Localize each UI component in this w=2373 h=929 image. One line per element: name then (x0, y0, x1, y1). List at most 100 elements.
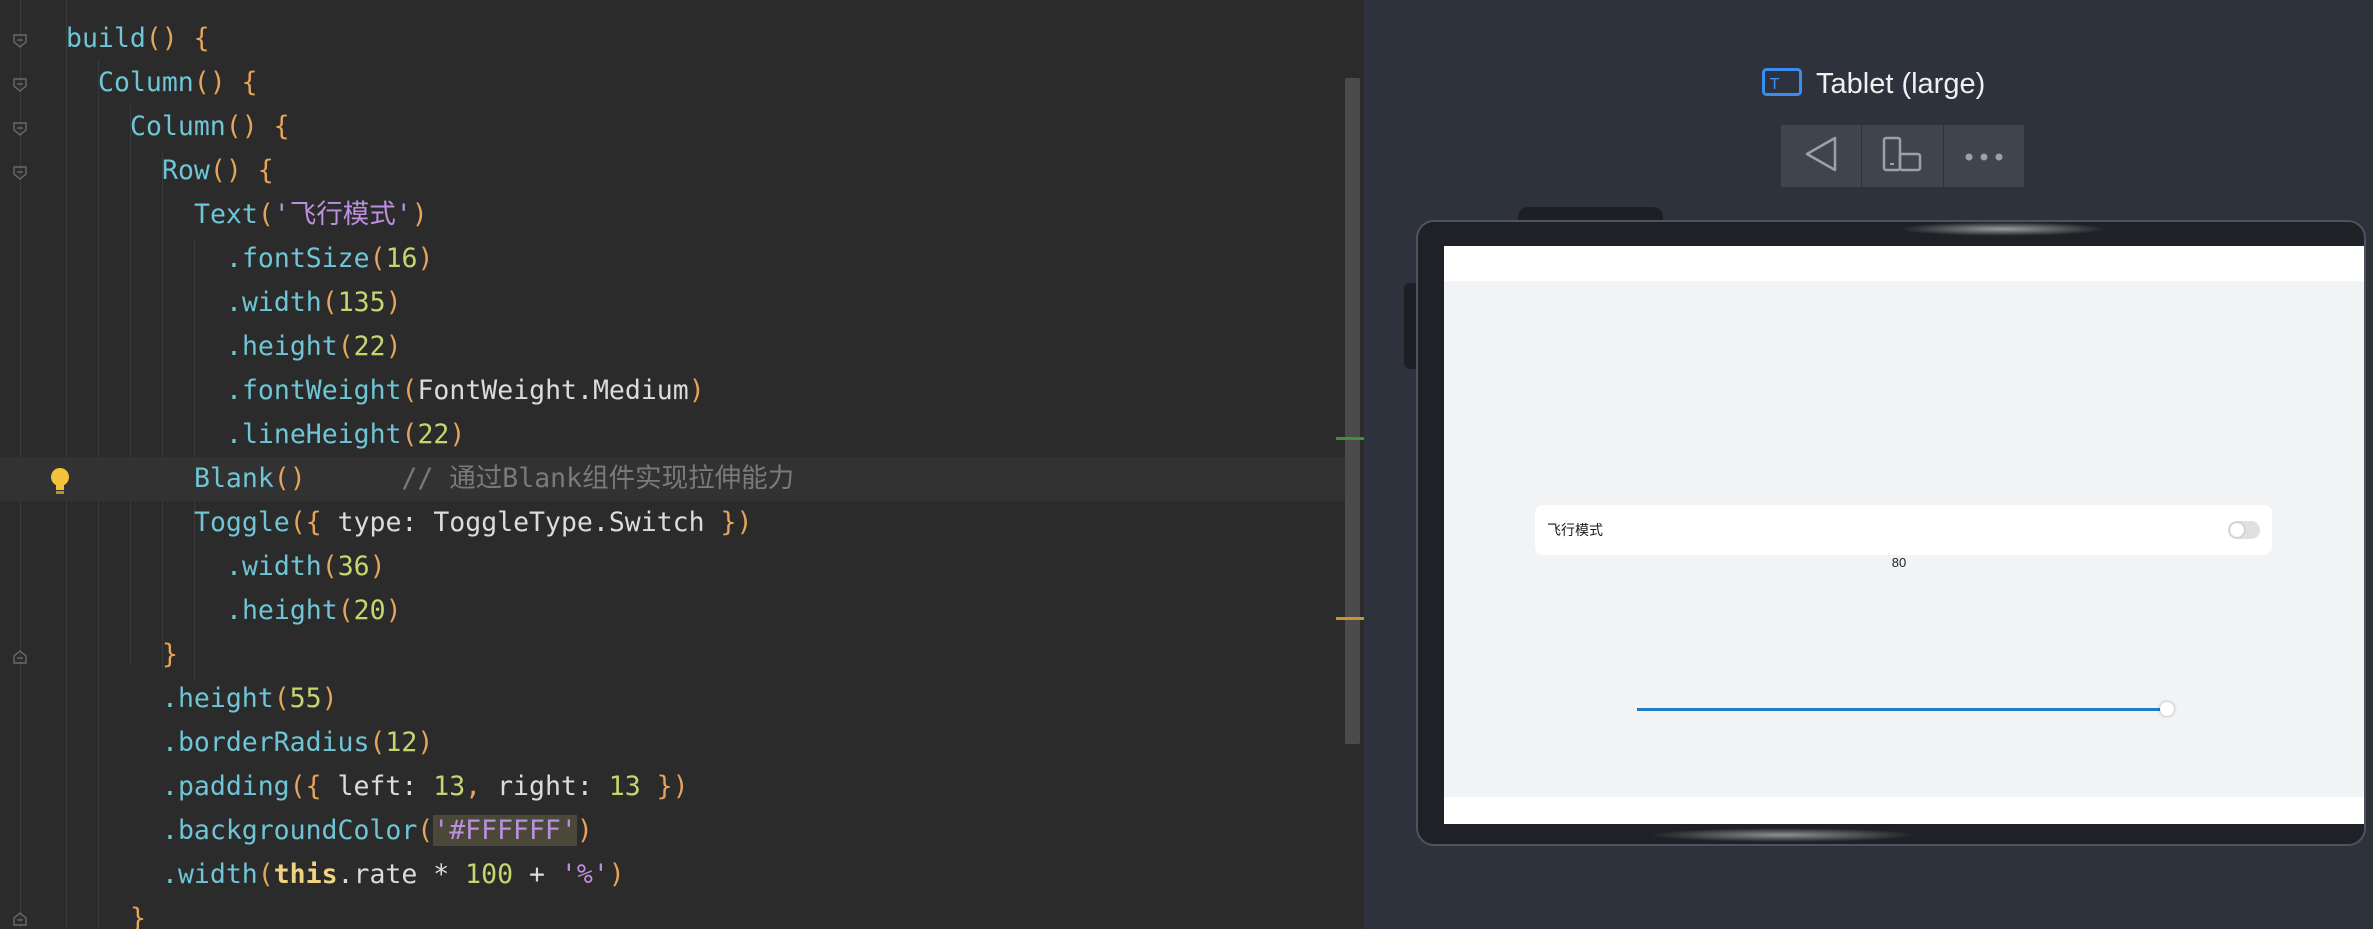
code-token: () { (193, 67, 258, 98)
code-line[interactable]: Blank() // 通过Blank组件实现拉伸能力 (0, 457, 1345, 501)
rotate-device-button[interactable] (1862, 125, 1944, 187)
code-token: Text (194, 199, 258, 230)
code-token: 13 (433, 771, 466, 802)
code-token: ) (411, 199, 428, 230)
code-line[interactable]: .fontWeight(FontWeight.Medium) (0, 369, 1345, 413)
code-token: .fontWeight (226, 375, 402, 406)
code-token: 16 (385, 243, 418, 274)
code-token: 13 (608, 771, 641, 802)
code-token: ) (688, 375, 705, 406)
code-token: type: ToggleType.Switch (337, 507, 721, 538)
code-token: }) (640, 771, 689, 802)
code-line[interactable]: Row() { (0, 149, 1345, 193)
rate-slider-track[interactable] (1637, 708, 2167, 711)
svg-text:T: T (1769, 75, 1780, 93)
code-token: } (162, 639, 178, 670)
code-line[interactable]: Column() { (0, 61, 1345, 105)
code-token: .height (226, 595, 338, 626)
code-text: Column() { (130, 105, 290, 149)
code-line[interactable]: .height(20) (0, 589, 1345, 633)
tablet-icon: T (1762, 68, 1802, 100)
code-token: ( (337, 595, 354, 626)
code-token: ( (321, 551, 338, 582)
code-token: 100 (465, 859, 514, 890)
code-line[interactable]: build() { (0, 17, 1345, 61)
code-token: ({ (289, 771, 338, 802)
code-text: .width(135) (226, 281, 402, 325)
code-text: .fontSize(16) (226, 237, 433, 281)
code-editor[interactable]: build() {Column() {Column() {Row() {Text… (0, 0, 1364, 929)
code-line[interactable]: } (0, 897, 1345, 929)
editor-scrollbar[interactable] (1345, 78, 1360, 744)
back-button[interactable] (1781, 125, 1863, 187)
code-text: .lineHeight(22) (226, 413, 465, 457)
code-token: , (465, 771, 498, 802)
code-token: 36 (337, 551, 370, 582)
code-token: ({ (289, 507, 338, 538)
code-line[interactable]: } (0, 633, 1345, 677)
code-text: .padding({ left: 13, right: 13 }) (162, 765, 689, 809)
lightbulb-icon[interactable] (49, 466, 71, 496)
code-token: }) (720, 507, 753, 538)
code-token: ( (401, 375, 418, 406)
code-text: .height(22) (226, 325, 402, 369)
code-token: ) (608, 859, 625, 890)
rate-slider-thumb[interactable] (2160, 702, 2174, 716)
device-title[interactable]: T Tablet (large) (1762, 64, 1985, 104)
code-line[interactable]: .width(36) (0, 545, 1345, 589)
code-text: .width(this.rate * 100 + '%') (162, 853, 625, 897)
device-name: Tablet (large) (1816, 67, 1986, 100)
code-token: build (66, 23, 146, 54)
code-token: .rate * (337, 859, 466, 890)
code-token: .height (162, 683, 274, 714)
code-token: ) (576, 815, 593, 846)
code-line[interactable]: .lineHeight(22) (0, 413, 1345, 457)
code-line[interactable]: .borderRadius(12) (0, 721, 1345, 765)
code-token: () { (225, 111, 290, 142)
code-line[interactable]: .padding({ left: 13, right: 13 }) (0, 765, 1345, 809)
code-token: ( (257, 199, 274, 230)
code-token: ( (273, 683, 290, 714)
code-line[interactable]: .height(22) (0, 325, 1345, 369)
device-side-button (1404, 283, 1416, 369)
code-token: () { (209, 155, 274, 186)
code-line[interactable]: Column() { (0, 105, 1345, 149)
code-token: Blank (194, 463, 274, 494)
code-token: ) (385, 331, 402, 362)
change-marker (1336, 437, 1364, 440)
code-line[interactable]: .height(55) (0, 677, 1345, 721)
code-token: ) (449, 419, 466, 450)
code-token: .lineHeight (226, 419, 402, 450)
code-token: Column (98, 67, 194, 98)
frame-glint (1898, 222, 2108, 236)
toggle-knob (2230, 523, 2244, 537)
code-token: .borderRadius (162, 727, 370, 758)
code-line[interactable]: Toggle({ type: ToggleType.Switch }) (0, 501, 1345, 545)
code-token: .padding (162, 771, 290, 802)
code-token: '飞行模式' (273, 199, 412, 230)
code-text: .fontWeight(FontWeight.Medium) (226, 369, 705, 413)
code-token: ( (369, 243, 386, 274)
status-bar (1444, 246, 2364, 281)
frame-glint (1648, 828, 1918, 842)
code-token: ) (385, 287, 402, 318)
code-token: .fontSize (226, 243, 370, 274)
tablet-frame: 飞行模式 80 (1416, 220, 2366, 846)
code-line[interactable]: .width(135) (0, 281, 1345, 325)
code-text: .height(55) (162, 677, 338, 721)
rotate-device-icon (1882, 136, 1922, 176)
airplane-mode-label: 飞行模式 (1547, 522, 1603, 538)
airplane-mode-toggle[interactable] (2228, 521, 2260, 539)
code-token: .height (226, 331, 338, 362)
code-line[interactable]: .fontSize(16) (0, 237, 1345, 281)
more-button[interactable] (1944, 125, 2024, 187)
code-token: ( (257, 859, 274, 890)
code-line[interactable]: .width(this.rate * 100 + '%') (0, 853, 1345, 897)
code-line[interactable]: Text('飞行模式') (0, 193, 1345, 237)
code-token: 12 (385, 727, 418, 758)
code-line[interactable]: .backgroundColor('#FFFFFF') (0, 809, 1345, 853)
code-token: .backgroundColor (162, 815, 418, 846)
previewer-toolbar (1781, 125, 2024, 187)
code-text: .height(20) (226, 589, 402, 633)
code-token: ( (401, 419, 418, 450)
